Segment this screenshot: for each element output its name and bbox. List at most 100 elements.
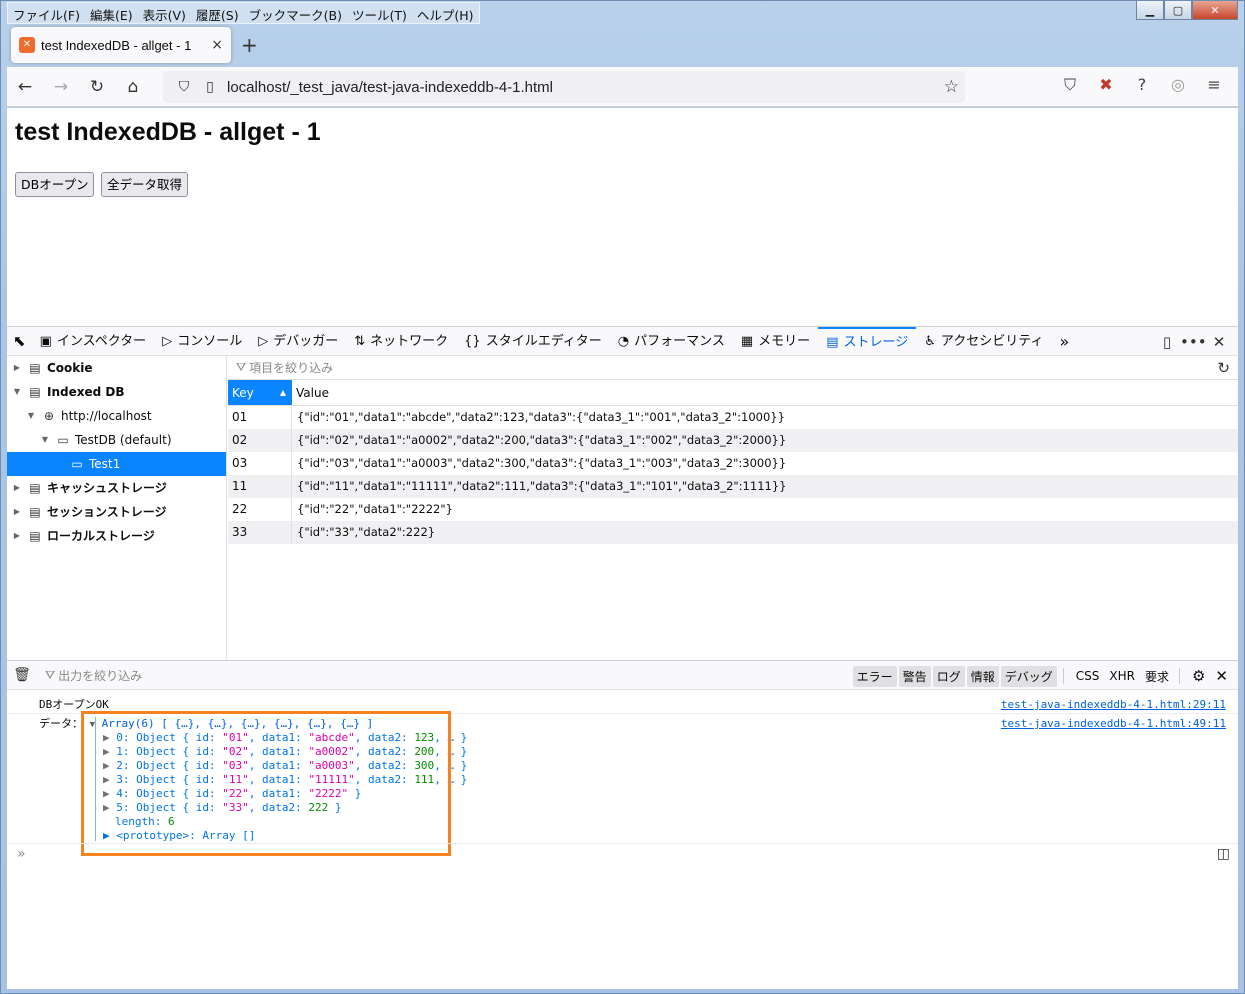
tab-performance[interactable]: ◔ パフォーマンス bbox=[610, 327, 733, 356]
tab-inspector[interactable]: ▣ インスペクター bbox=[32, 327, 155, 356]
tree-item-objectstore[interactable]: ▭ Test1 bbox=[7, 452, 226, 476]
filter-debug[interactable]: デバッグ bbox=[1000, 665, 1057, 687]
console-level-filters: エラー 警告 ログ 情報 デバッグ CSS XHR 要求 ⚙ ✕ bbox=[851, 665, 1232, 687]
filter-css[interactable]: CSS bbox=[1072, 667, 1104, 685]
filter-xhr[interactable]: XHR bbox=[1105, 667, 1139, 685]
expanded-arrow-icon[interactable]: ▼ bbox=[25, 404, 37, 428]
storage-type-icon: ▤ bbox=[29, 505, 41, 519]
tab-style-editor[interactable]: {} スタイルエディター bbox=[456, 327, 610, 356]
filter-errors[interactable]: エラー bbox=[852, 665, 897, 687]
shield-icon[interactable]: ⛉ bbox=[171, 79, 197, 95]
expanded-arrow-icon[interactable]: ▼ bbox=[39, 428, 51, 452]
menu-edit[interactable]: 編集(E) bbox=[85, 3, 138, 23]
db-open-button[interactable]: DBオープン bbox=[15, 172, 95, 197]
table-row[interactable]: 03 {"id":"03","data1":"a0003","data2":300… bbox=[228, 452, 1238, 475]
menu-file[interactable]: ファイル(F) bbox=[8, 3, 85, 23]
tree-item-local-storage[interactable]: ▶ ▤ ローカルストレージ bbox=[11, 524, 227, 548]
devtools-panel: ⬉ ▣ インスペクター ▷ コンソール ▷ デバッガー ⇅ ネットワーク {} スタイルエ… bbox=[7, 326, 1238, 989]
extension-ring-icon[interactable]: ◎ bbox=[1160, 75, 1196, 95]
table-row[interactable]: 01 {"id":"01","data1":"abcde","data2":123… bbox=[228, 406, 1238, 429]
table-row[interactable]: 11 {"id":"11","data1":"11111","data2":111… bbox=[228, 475, 1238, 498]
pocket-icon[interactable]: ⛉ bbox=[1052, 75, 1088, 95]
trash-icon[interactable]: 🗑 bbox=[7, 667, 37, 683]
expanded-arrow-icon[interactable]: ▼ bbox=[11, 380, 23, 404]
tab-network[interactable]: ⇅ ネットワーク bbox=[346, 327, 456, 356]
message-text: DBオープンOK bbox=[39, 698, 109, 711]
menu-tools[interactable]: ツール(T) bbox=[347, 3, 412, 23]
table-row[interactable]: 02 {"id":"02","data1":"a0002","data2":200… bbox=[228, 429, 1238, 452]
tree-item-cookie[interactable]: ▶ ▤ Cookie bbox=[11, 356, 227, 380]
options-menu-icon[interactable]: ••• bbox=[1180, 333, 1207, 351]
column-header-key[interactable]: Key ▲ bbox=[228, 380, 292, 405]
collapsed-arrow-icon[interactable]: ▶ bbox=[11, 356, 23, 380]
collapsed-arrow-icon[interactable]: ▶ bbox=[11, 524, 23, 548]
tree-item-database[interactable]: ▼ ▭ TestDB (default) bbox=[39, 428, 227, 452]
get-all-button[interactable]: 全データ取得 bbox=[101, 172, 189, 197]
tab-active[interactable]: ✕ test IndexedDB - allget - 1 × bbox=[11, 27, 231, 63]
tab-close-icon[interactable]: × bbox=[211, 37, 223, 53]
storage-filter[interactable]: ⛛ 項目を絞り込み ↻ bbox=[228, 356, 1238, 380]
dock-icon[interactable]: ▯ bbox=[1154, 333, 1180, 351]
tab-console[interactable]: ▷ コンソール bbox=[154, 327, 250, 356]
collapsed-arrow-icon[interactable]: ▶ bbox=[11, 500, 23, 524]
page-info-icon[interactable]: ▯ bbox=[197, 79, 223, 95]
table-row[interactable]: 22 {"id":"22","data1":"2222"} bbox=[228, 498, 1238, 521]
minimize-button[interactable]: ▁ bbox=[1136, 1, 1164, 20]
tab-storage[interactable]: ▤ ストレージ bbox=[818, 326, 917, 356]
tab-label: インスペクター bbox=[56, 333, 147, 349]
url-bar[interactable]: ⛉ ▯ localhost/_test_java/test-java-index… bbox=[163, 71, 965, 103]
tree-item-session-storage[interactable]: ▶ ▤ セッションストレージ bbox=[11, 500, 227, 524]
source-link[interactable]: test-java-indexeddb-4-1.html:29:11 bbox=[1001, 698, 1226, 711]
reload-icon[interactable]: ↻ bbox=[79, 77, 115, 97]
console-prompt-icon[interactable]: » bbox=[17, 846, 26, 862]
more-tools-icon[interactable]: » bbox=[1051, 327, 1077, 356]
toolbar-right: ⛉ ✖ ? ◎ ≡ bbox=[1052, 75, 1232, 95]
console-filter-input[interactable]: 出力を絞り込み bbox=[58, 667, 142, 684]
console-settings-icon[interactable]: ⚙ bbox=[1188, 665, 1209, 687]
url-text[interactable]: localhost/_test_java/test-java-indexeddb… bbox=[227, 79, 553, 96]
source-link[interactable]: test-java-indexeddb-4-1.html:49:11 bbox=[1001, 717, 1226, 730]
inspector-icon: ▣ bbox=[39, 333, 52, 349]
hamburger-menu-icon[interactable]: ≡ bbox=[1196, 75, 1232, 95]
menu-bookmarks[interactable]: ブックマーク(B) bbox=[244, 3, 347, 23]
tab-accessibility[interactable]: ♿ アクセシビリティ bbox=[916, 327, 1051, 356]
window-close-button[interactable]: ✕ bbox=[1192, 1, 1238, 20]
devtools-close-icon[interactable]: ✕ bbox=[1206, 333, 1232, 351]
storage-icon: ▤ bbox=[826, 334, 839, 350]
maximize-button[interactable]: ▢ bbox=[1164, 1, 1192, 20]
tree-item-cache-storage[interactable]: ▶ ▤ キャッシュストレージ bbox=[11, 476, 227, 500]
cell-key: 22 bbox=[228, 498, 292, 521]
filter-warnings[interactable]: 警告 bbox=[898, 665, 931, 687]
globe-icon: ⊕ bbox=[43, 409, 55, 423]
debugger-icon: ▷ bbox=[258, 333, 269, 349]
help-extension-icon[interactable]: ? bbox=[1124, 75, 1160, 95]
menu-help[interactable]: ヘルプ(H) bbox=[412, 3, 479, 23]
back-icon[interactable]: ← bbox=[7, 77, 43, 97]
refresh-icon[interactable]: ↻ bbox=[1217, 359, 1230, 377]
divider bbox=[1178, 668, 1180, 684]
filter-requests[interactable]: 要求 bbox=[1141, 666, 1173, 687]
extension-x-icon[interactable]: ✖ bbox=[1088, 75, 1124, 95]
new-tab-button[interactable]: + bbox=[241, 33, 258, 57]
tab-memory[interactable]: ▦ メモリー bbox=[733, 327, 818, 356]
collapsed-arrow-icon[interactable]: ▶ bbox=[11, 476, 23, 500]
table-header: Key ▲ Value bbox=[228, 380, 1238, 406]
storage-filter-input[interactable]: 項目を絞り込み bbox=[249, 359, 333, 376]
console-close-icon[interactable]: ✕ bbox=[1211, 665, 1232, 687]
table-row[interactable]: 33 {"id":"33","data2":222} bbox=[228, 521, 1238, 544]
tree-item-host[interactable]: ▼ ⊕ http://localhost bbox=[25, 404, 227, 428]
tab-debugger[interactable]: ▷ デバッガー bbox=[250, 327, 346, 356]
element-picker-icon[interactable]: ⬉ bbox=[7, 327, 32, 356]
home-icon[interactable]: ⌂ bbox=[115, 77, 151, 97]
tree-item-indexeddb[interactable]: ▼ ▤ Indexed DB bbox=[11, 380, 227, 404]
menu-history[interactable]: 履歴(S) bbox=[191, 3, 244, 23]
forward-icon[interactable]: → bbox=[43, 77, 79, 97]
tree-label: http://localhost bbox=[61, 409, 152, 423]
sidebar-toggle-icon[interactable]: ◫ bbox=[1217, 846, 1230, 862]
folder-icon: ▭ bbox=[57, 433, 69, 447]
filter-info[interactable]: 情報 bbox=[966, 665, 999, 687]
filter-logs[interactable]: ログ bbox=[932, 665, 965, 687]
bookmark-star-icon[interactable]: ☆ bbox=[944, 77, 959, 97]
menu-view[interactable]: 表示(V) bbox=[138, 3, 191, 23]
column-header-value[interactable]: Value bbox=[292, 380, 329, 405]
